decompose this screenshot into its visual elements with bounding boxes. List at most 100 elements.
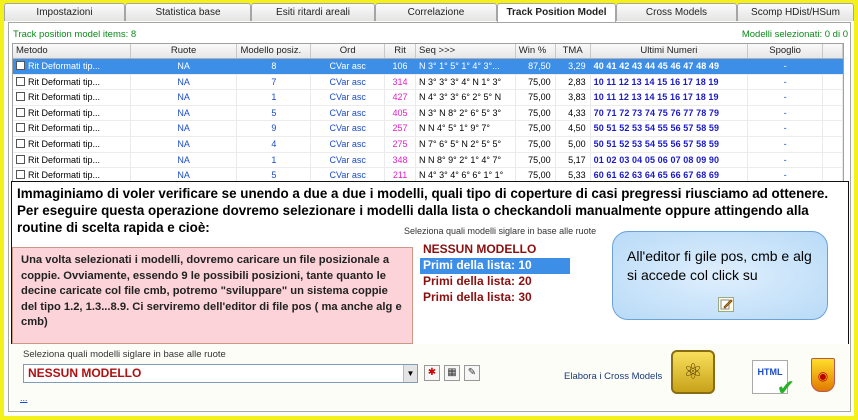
- row-checkbox[interactable]: [16, 170, 25, 180]
- table-row[interactable]: Rit Deformati tip... NA 1 CVar asc 348 N N 8°…: [13, 152, 843, 169]
- tab-impostazioni[interactable]: Impostazioni: [4, 3, 125, 21]
- grid-icon[interactable]: ▦: [444, 365, 460, 381]
- cell-ord: CVar asc: [311, 74, 386, 90]
- grid-header: Metodo Ruote Modello posiz. Ord Rit Seq …: [13, 44, 843, 59]
- cell-modello-text: 7: [271, 76, 277, 87]
- table-row[interactable]: Rit Deformati tip... NA 8 CVar asc 106 N 3° 1…: [13, 59, 843, 75]
- cell-rit-text: 257: [392, 123, 408, 134]
- tab-statistica-base[interactable]: Statistica base: [125, 3, 251, 21]
- header-ord[interactable]: Ord: [311, 44, 386, 58]
- cell-seq: N N 4° 5° 1° 9° 7°: [416, 121, 516, 136]
- table-row[interactable]: Rit Deformati tip... NA 9 CVar asc 257 N N 4°…: [13, 121, 843, 137]
- table-row[interactable]: Rit Deformati tip... NA 4 CVar asc 275 N 7° 6…: [13, 136, 843, 153]
- more-link[interactable]: ...: [20, 393, 28, 403]
- cell-seq: N 7° 6° 5° N 2° 5° 5°: [416, 136, 516, 152]
- cell-seq-text: N N 4° 5° 1° 9° 7°: [419, 123, 491, 134]
- quick-select-list[interactable]: NESSUN MODELLO Primi della lista: 10 Pri…: [420, 242, 570, 310]
- quick-option-none[interactable]: NESSUN MODELLO: [420, 242, 570, 258]
- quick-option-30[interactable]: Primi della lista: 30: [420, 290, 570, 306]
- header-seq[interactable]: Seq >>>: [416, 44, 516, 58]
- bucket-icon[interactable]: ◉: [811, 358, 835, 392]
- pencil-edit-icon[interactable]: [718, 297, 734, 312]
- cell-rit: 405: [385, 105, 416, 121]
- models-combo[interactable]: NESSUN MODELLO ▼: [23, 364, 418, 383]
- cell-ruote: NA: [131, 90, 238, 105]
- header-metodo[interactable]: Metodo: [13, 44, 131, 58]
- header-win[interactable]: Win %: [516, 44, 556, 58]
- header-ultimi-numeri[interactable]: Ultimi Numeri: [591, 44, 749, 58]
- cell-ultimi: 50 51 52 53 54 55 56 57 58 59: [591, 136, 749, 152]
- table-row[interactable]: Rit Deformati tip... NA 7 CVar asc 314 N 3° 3…: [13, 74, 843, 91]
- row-checkbox[interactable]: [16, 61, 25, 70]
- cell-ruote: NA: [131, 105, 238, 121]
- cell-spoglio: -: [748, 105, 824, 121]
- cell-tma: 5,17: [556, 152, 591, 168]
- cell-tma-text: 2,83: [568, 76, 586, 87]
- models-grid[interactable]: Metodo Ruote Modello posiz. Ord Rit Seq …: [12, 43, 844, 203]
- cell-ord-text: CVar asc: [329, 107, 366, 118]
- cell-win-text: 87,50: [528, 61, 551, 71]
- quick-select-label: Seleziona quali modelli siglare in base …: [404, 226, 597, 236]
- header-modello[interactable]: Modello posiz.: [237, 44, 312, 58]
- tab-esiti-ritardi[interactable]: Esiti ritardi areali: [251, 3, 375, 21]
- header-tma[interactable]: TMA: [556, 44, 591, 58]
- cell-spacer: [823, 152, 843, 168]
- cell-ord: CVar asc: [311, 136, 386, 152]
- cross-models-run-icon[interactable]: ⚛: [671, 350, 715, 394]
- cell-ruote-text: NA: [177, 123, 190, 134]
- cell-win-text: 75,00: [528, 92, 551, 103]
- row-checkbox[interactable]: [16, 138, 25, 148]
- tab-track-position-model[interactable]: Track Position Model: [497, 3, 616, 22]
- cell-seq-text: N 3° 3° 3° 4° N 1° 3°: [419, 76, 502, 87]
- cell-metodo: Rit Deformati tip...: [13, 152, 131, 168]
- cell-ruote: NA: [131, 59, 238, 74]
- cell-modello-text: 1: [271, 154, 277, 165]
- cell-ruote-text: NA: [177, 107, 190, 118]
- cell-rit-text: 211: [392, 170, 408, 181]
- cell-spacer: [823, 59, 843, 74]
- info-bar: Track position model items: 8 Modelli se…: [13, 29, 848, 43]
- cell-spacer: [823, 74, 843, 90]
- cell-modello-text: 5: [271, 170, 277, 181]
- cell-modello: 4: [237, 136, 312, 152]
- items-count: Track position model items: 8: [13, 29, 137, 40]
- tab-bar: Impostazioni Statistica base Esiti ritar…: [4, 3, 854, 22]
- cell-win: 87,50: [516, 59, 556, 74]
- html-export-icon[interactable]: HTML ✔: [752, 360, 795, 399]
- cell-win: 75,00: [516, 136, 556, 152]
- elabora-label: Elabora i Cross Models: [564, 371, 663, 382]
- cell-ultimi: 40 41 42 43 44 45 46 47 48 49: [591, 59, 749, 74]
- cell-ultimi: 50 51 52 53 54 55 56 57 58 59: [591, 121, 749, 136]
- cell-metodo-text: Rit Deformati tip...: [28, 123, 101, 134]
- cell-spoglio-text: -: [783, 61, 787, 71]
- cell-seq-text: N 4° 3° 4° 6° 6° 1° 1°: [419, 170, 504, 181]
- cell-rit: 427: [385, 90, 416, 105]
- cell-ultimi-text: 40 41 42 43 44 45 46 47 48 49: [593, 61, 720, 71]
- tab-cross-models[interactable]: Cross Models: [616, 3, 737, 21]
- pencil-icon[interactable]: ✎: [464, 365, 480, 381]
- cell-spoglio-text: -: [783, 92, 787, 103]
- header-spoglio[interactable]: Spoglio: [748, 44, 824, 58]
- cell-tma: 3,29: [556, 59, 591, 74]
- bottom-select-label: Seleziona quali modelli siglare in base …: [23, 349, 226, 360]
- row-checkbox[interactable]: [16, 154, 25, 164]
- table-row[interactable]: Rit Deformati tip... NA 5 CVar asc 405 N 3° N…: [13, 105, 843, 122]
- dice-icon[interactable]: ✱: [424, 365, 440, 381]
- row-checkbox[interactable]: [16, 76, 25, 86]
- cell-seq-text: N 4° 3° 3° 6° 2° 5° N: [419, 92, 502, 103]
- cell-tma-text: 3,29: [568, 61, 586, 71]
- row-checkbox[interactable]: [16, 92, 25, 102]
- table-row[interactable]: Rit Deformati tip... NA 1 CVar asc 427 N 4° 3…: [13, 90, 843, 106]
- tab-correlazione[interactable]: Correlazione: [375, 3, 497, 21]
- cell-ord: CVar asc: [311, 152, 386, 168]
- row-checkbox[interactable]: [16, 123, 25, 133]
- header-ruote[interactable]: Ruote: [131, 44, 238, 58]
- row-checkbox[interactable]: [16, 107, 25, 117]
- cell-ultimi-text: 10 11 12 13 14 15 16 17 18 19: [593, 92, 719, 103]
- header-rit[interactable]: Rit: [385, 44, 417, 58]
- quick-option-20[interactable]: Primi della lista: 20: [420, 274, 570, 290]
- cell-seq-text: N 3° N 8° 2° 6° 5° 3°: [419, 107, 502, 118]
- chevron-down-icon[interactable]: ▼: [403, 365, 417, 382]
- tab-scomp-hdist[interactable]: Scomp HDist/HSum: [737, 3, 854, 21]
- quick-option-10[interactable]: Primi della lista: 10: [420, 258, 570, 274]
